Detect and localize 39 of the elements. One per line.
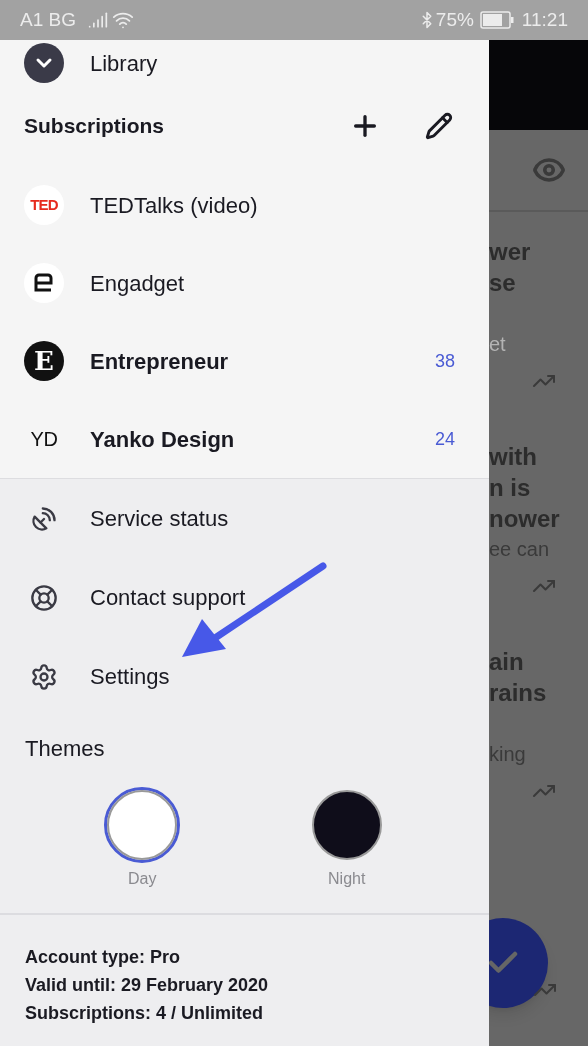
- article-title: ain: [489, 647, 525, 677]
- library-item[interactable]: Library: [0, 40, 489, 86]
- article-title: se: [489, 268, 517, 298]
- subscription-item[interactable]: E Entrepreneur 38: [0, 322, 489, 400]
- battery-percent: 75%: [435, 7, 474, 32]
- article-summary: et: [489, 332, 507, 357]
- subscription-item[interactable]: YD Yanko Design 24: [0, 400, 489, 478]
- battery-icon: [479, 11, 514, 29]
- article-title: with: [489, 442, 538, 472]
- logo-icon: [24, 263, 64, 303]
- logo-icon: E: [24, 341, 64, 381]
- logo-icon: TED: [24, 185, 64, 225]
- theme-label: Night: [328, 869, 366, 889]
- carrier-name: A1 BG: [20, 7, 76, 32]
- satellite-dish-icon: [30, 504, 58, 533]
- subscription-item[interactable]: Engadget: [0, 244, 489, 322]
- article-title: wer: [489, 237, 532, 267]
- signal-icon: [88, 10, 108, 30]
- section-title: Subscriptions: [24, 113, 166, 140]
- article-title: nower: [489, 504, 561, 534]
- subscription-item[interactable]: TED TEDTalks (video): [0, 166, 489, 244]
- theme-label: Day: [128, 869, 157, 889]
- unread-count: 24: [434, 427, 455, 451]
- section-title: Themes: [25, 734, 105, 763]
- chevron-down-icon: [24, 43, 64, 83]
- lifebuoy-icon: [30, 583, 58, 612]
- logo-icon: YD: [24, 424, 64, 454]
- unread-count: 38: [434, 349, 455, 373]
- account-info: Valid until: 29 February 2020: [25, 974, 270, 997]
- article-title: rains: [489, 678, 548, 708]
- settings-icon: [30, 662, 58, 691]
- menu-item[interactable]: Settings: [0, 637, 489, 716]
- article-title: n is: [489, 473, 532, 503]
- edit-icon[interactable]: [425, 112, 453, 140]
- menu-item[interactable]: Contact support: [0, 558, 489, 637]
- account-info: Subscriptions: 4 / Unlimited: [25, 1002, 265, 1025]
- menu-item[interactable]: Service status: [0, 479, 489, 558]
- clock: 11:21: [521, 7, 568, 32]
- account-info: Account type: Pro: [25, 946, 181, 969]
